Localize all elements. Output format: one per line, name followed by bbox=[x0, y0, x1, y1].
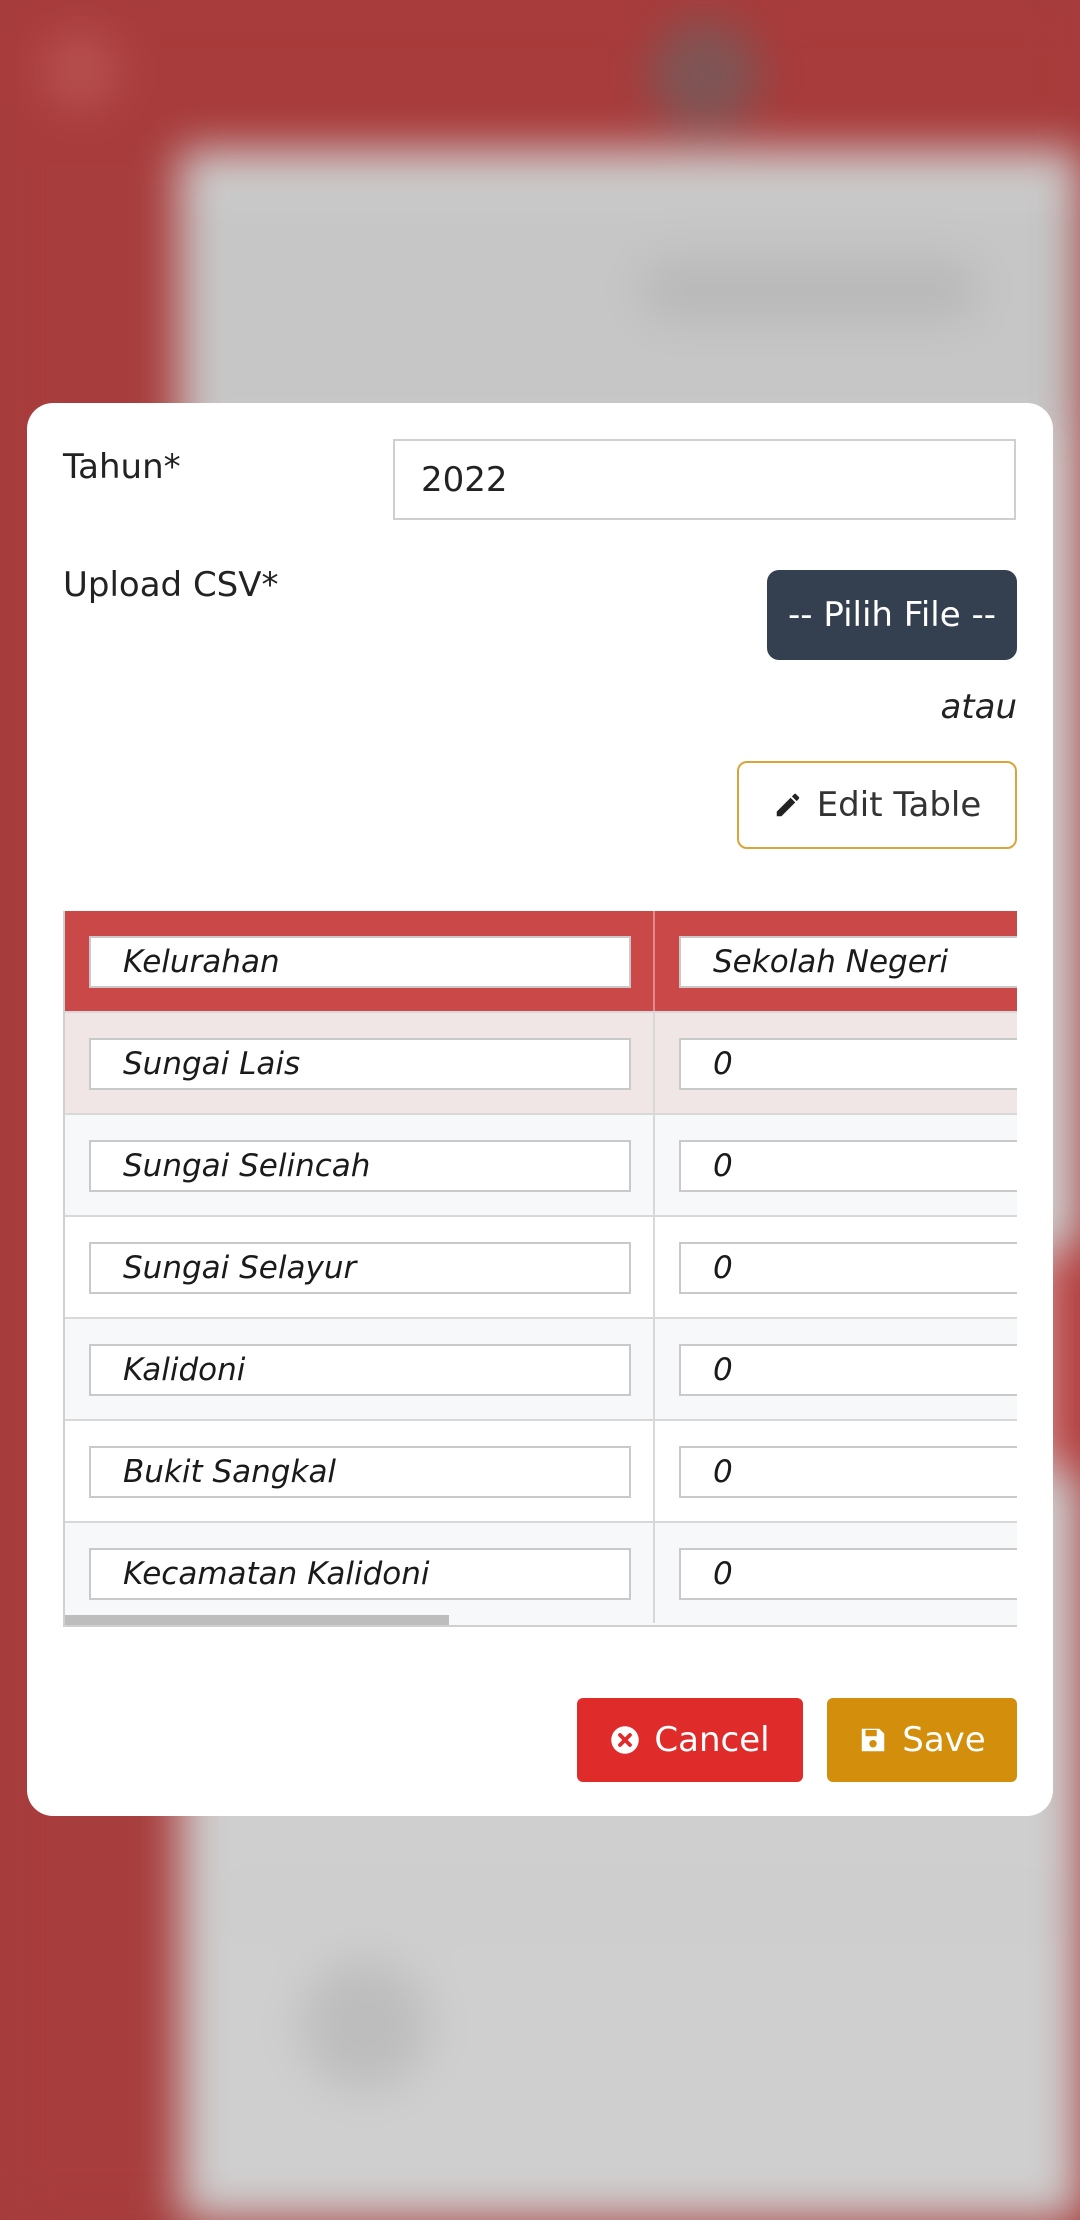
table-row bbox=[65, 1013, 1017, 1115]
or-text: atau bbox=[940, 687, 1017, 727]
modal-dialog: Tahun* Upload CSV* -- Pilih File -- atau… bbox=[27, 403, 1053, 1816]
table-row bbox=[65, 1319, 1017, 1421]
table-row bbox=[65, 1115, 1017, 1217]
sekolah-negeri-cell-input[interactable] bbox=[679, 1446, 1017, 1498]
kelurahan-cell-input[interactable] bbox=[89, 1446, 631, 1498]
kelurahan-cell-input[interactable] bbox=[89, 1242, 631, 1294]
save-button[interactable]: Save bbox=[827, 1698, 1017, 1782]
times-circle-icon bbox=[611, 1726, 640, 1754]
header-sekolah-negeri-input[interactable] bbox=[679, 936, 1017, 988]
sekolah-negeri-cell-input[interactable] bbox=[679, 1140, 1017, 1192]
pencil-icon bbox=[776, 793, 799, 817]
sekolah-negeri-cell-input[interactable] bbox=[679, 1242, 1017, 1294]
table-row bbox=[65, 1421, 1017, 1523]
sekolah-negeri-cell-input[interactable] bbox=[679, 1038, 1017, 1090]
table-row bbox=[65, 1217, 1017, 1319]
choose-file-button[interactable]: -- Pilih File -- bbox=[767, 570, 1017, 660]
tahun-input[interactable] bbox=[393, 439, 1016, 520]
upload-csv-label: Upload CSV* bbox=[63, 565, 279, 605]
horizontal-scrollbar[interactable] bbox=[65, 1615, 449, 1625]
save-label: Save bbox=[902, 1720, 986, 1760]
tahun-label: Tahun* bbox=[63, 447, 181, 487]
kelurahan-cell-input[interactable] bbox=[89, 1038, 631, 1090]
cancel-label: Cancel bbox=[654, 1720, 770, 1760]
sekolah-negeri-cell-input[interactable] bbox=[679, 1548, 1017, 1600]
edit-table-label: Edit Table bbox=[816, 785, 982, 825]
table-header-row bbox=[65, 911, 1017, 1013]
sekolah-negeri-cell-input[interactable] bbox=[679, 1344, 1017, 1396]
kelurahan-cell-input[interactable] bbox=[89, 1344, 631, 1396]
edit-table-button[interactable]: Edit Table bbox=[737, 761, 1017, 849]
cancel-button[interactable]: Cancel bbox=[577, 1698, 803, 1782]
kelurahan-cell-input[interactable] bbox=[89, 1548, 631, 1600]
floppy-disk-icon bbox=[862, 1728, 885, 1752]
data-table[interactable] bbox=[63, 911, 1017, 1627]
table-row bbox=[65, 1523, 1017, 1625]
kelurahan-cell-input[interactable] bbox=[89, 1140, 631, 1192]
header-kelurahan-input[interactable] bbox=[89, 936, 631, 988]
